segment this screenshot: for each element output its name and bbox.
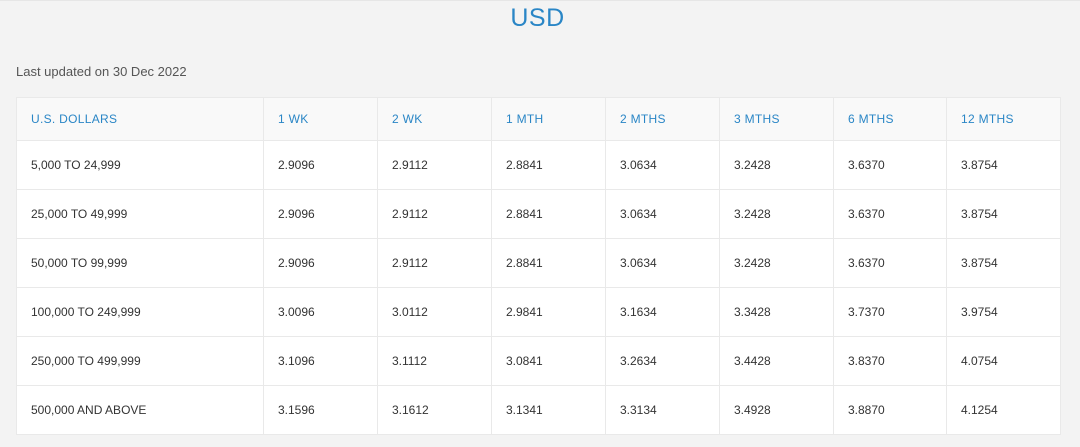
last-updated-text: Last updated on 30 Dec 2022 (16, 64, 187, 79)
column-header-tier: U.S. DOLLARS (16, 97, 264, 141)
rate-cell: 2.9112 (377, 189, 492, 239)
rate-cell: 3.2634 (605, 336, 720, 386)
rate-cell: 3.4928 (719, 385, 834, 435)
column-header-2-mths: 2 MTHS (605, 97, 720, 141)
rate-cell: 3.6370 (833, 140, 947, 190)
rate-cell: 2.8841 (491, 140, 606, 190)
rate-cell: 2.8841 (491, 238, 606, 288)
rate-cell: 3.3428 (719, 287, 834, 337)
table-row: 5,000 TO 24,999 2.9096 2.9112 2.8841 3.0634 3… (16, 140, 1061, 190)
rate-cell: 3.7370 (833, 287, 947, 337)
column-header-2-wk: 2 WK (377, 97, 492, 141)
rate-cell: 3.2428 (719, 189, 834, 239)
rate-cell: 3.8870 (833, 385, 947, 435)
rate-cell: 2.9096 (263, 140, 378, 190)
table-row: 500,000 AND ABOVE 3.1596 3.1612 3.1341 3.313… (16, 385, 1061, 435)
column-header-12-mths: 12 MTHS (946, 97, 1061, 141)
rate-cell: 3.2428 (719, 140, 834, 190)
rate-cell: 2.9096 (263, 189, 378, 239)
rate-cell: 3.6370 (833, 189, 947, 239)
rate-cell: 3.0841 (491, 336, 606, 386)
rate-cell: 3.8754 (946, 189, 1061, 239)
column-header-6-mths: 6 MTHS (833, 97, 947, 141)
rate-cell: 4.0754 (946, 336, 1061, 386)
rate-cell: 3.0634 (605, 238, 720, 288)
rate-cell: 3.0634 (605, 140, 720, 190)
rate-cell: 3.8370 (833, 336, 947, 386)
rate-cell: 3.1596 (263, 385, 378, 435)
table-row: 25,000 TO 49,999 2.9096 2.9112 2.8841 3.0634… (16, 189, 1061, 239)
rate-cell: 3.1341 (491, 385, 606, 435)
rate-cell: 3.6370 (833, 238, 947, 288)
rate-cell: 3.1112 (377, 336, 492, 386)
page-title: USD (510, 4, 565, 32)
rate-cell: 3.3134 (605, 385, 720, 435)
rate-cell: 2.9096 (263, 238, 378, 288)
rate-cell: 2.9841 (491, 287, 606, 337)
table-row: 250,000 TO 499,999 3.1096 3.1112 3.0841 3.26… (16, 336, 1061, 386)
rate-cell: 4.1254 (946, 385, 1061, 435)
table-row: 50,000 TO 99,999 2.9096 2.9112 2.8841 3.0634… (16, 238, 1061, 288)
table-header-row: U.S. DOLLARS 1 WK 2 WK 1 MTH 2 MTHS 3 MTHS 6 M… (16, 97, 1061, 141)
tier-cell: 100,000 TO 249,999 (16, 287, 264, 337)
rate-cell: 3.8754 (946, 238, 1061, 288)
column-header-1-wk: 1 WK (263, 97, 378, 141)
tier-cell: 250,000 TO 499,999 (16, 336, 264, 386)
tier-cell: 25,000 TO 49,999 (16, 189, 264, 239)
table-row: 100,000 TO 249,999 3.0096 3.0112 2.9841 3.16… (16, 287, 1061, 337)
column-header-1-mth: 1 MTH (491, 97, 606, 141)
rates-table: U.S. DOLLARS 1 WK 2 WK 1 MTH 2 MTHS 3 MTHS 6 M… (16, 97, 1061, 435)
tier-cell: 500,000 AND ABOVE (16, 385, 264, 435)
rate-cell: 3.1612 (377, 385, 492, 435)
rate-cell: 3.9754 (946, 287, 1061, 337)
tier-cell: 50,000 TO 99,999 (16, 238, 264, 288)
rate-cell: 3.0634 (605, 189, 720, 239)
rate-cell: 3.4428 (719, 336, 834, 386)
rate-cell: 3.0112 (377, 287, 492, 337)
rate-cell: 2.9112 (377, 140, 492, 190)
rate-cell: 3.8754 (946, 140, 1061, 190)
tier-cell: 5,000 TO 24,999 (16, 140, 264, 190)
rate-cell: 3.1634 (605, 287, 720, 337)
top-divider (0, 0, 1080, 1)
rate-cell: 3.0096 (263, 287, 378, 337)
table-body: 5,000 TO 24,999 2.9096 2.9112 2.8841 3.0634 3… (16, 140, 1061, 435)
rate-cell: 3.2428 (719, 238, 834, 288)
column-header-3-mths: 3 MTHS (719, 97, 834, 141)
rate-cell: 2.8841 (491, 189, 606, 239)
rate-cell: 2.9112 (377, 238, 492, 288)
rate-cell: 3.1096 (263, 336, 378, 386)
